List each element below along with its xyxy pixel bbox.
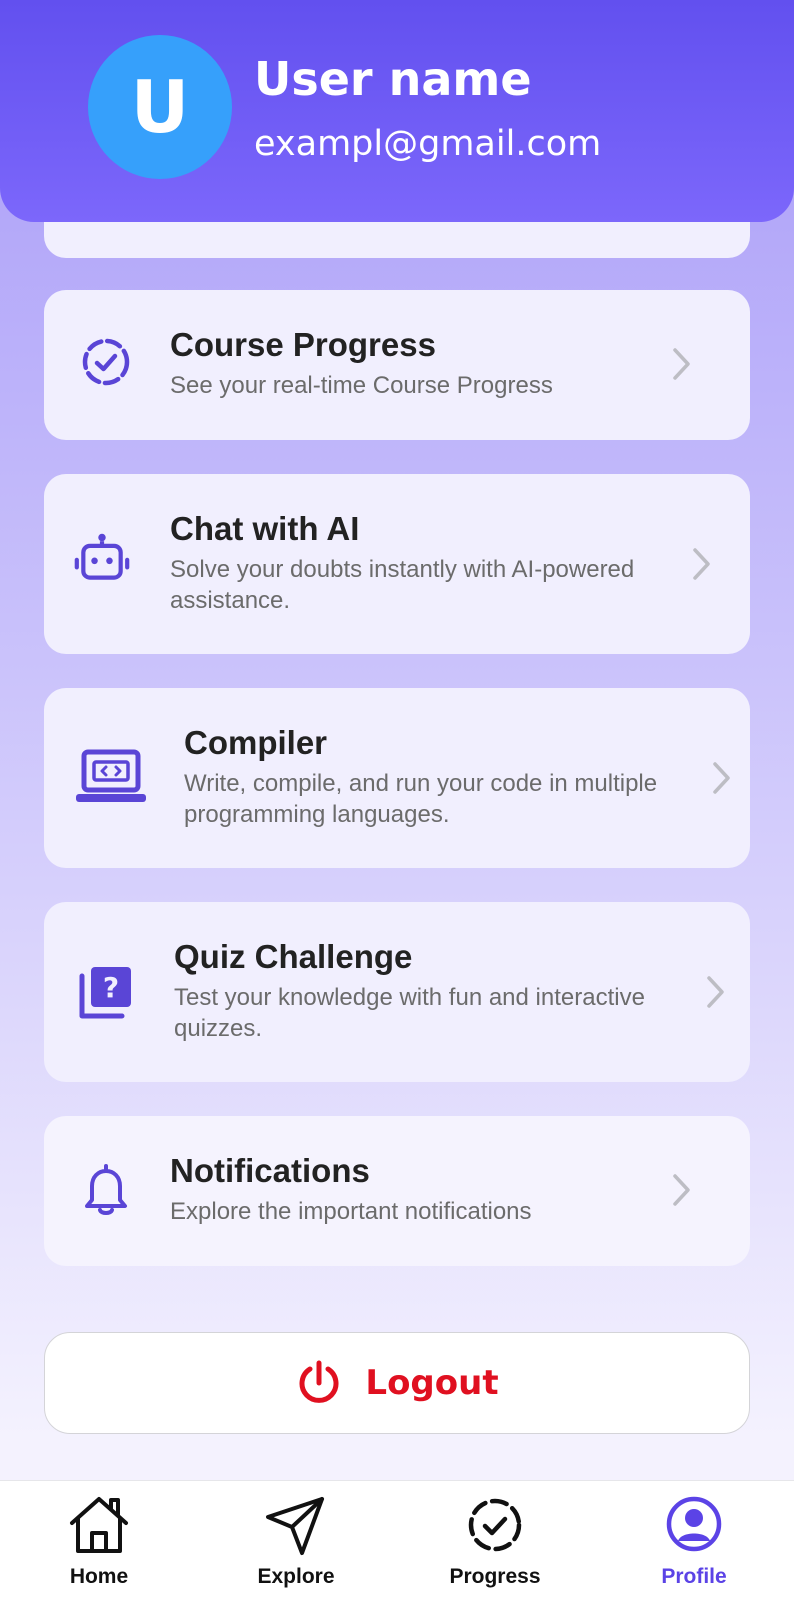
robot-icon xyxy=(74,533,130,580)
chevron-right-icon xyxy=(673,348,690,380)
laptop-code-icon xyxy=(76,749,146,802)
menu-item-quiz-challenge[interactable]: ? Quiz Challenge Test your knowledge wit… xyxy=(44,902,750,1082)
chevron-right-icon xyxy=(713,762,730,794)
menu-item-chat-with-ai[interactable]: Chat with AI Solve your doubts instantly… xyxy=(44,474,750,654)
tab-label: Home xyxy=(69,1565,129,1588)
quiz-icon: ? xyxy=(79,967,131,1019)
menu-item-title: Quiz Challenge xyxy=(174,938,413,975)
menu-item-description: See your real-time Course Progress xyxy=(170,372,553,399)
chevron-right-icon xyxy=(673,1174,690,1206)
tab-label: Explore xyxy=(257,1565,335,1588)
menu-item-notifications[interactable]: Notifications Explore the important noti… xyxy=(44,1116,750,1266)
menu-item-title: Compiler xyxy=(184,724,328,761)
menu-item-title: Course Progress xyxy=(170,326,436,363)
tab-home[interactable]: Home xyxy=(39,1481,159,1600)
tab-progress[interactable]: Progress xyxy=(435,1481,555,1600)
logout-label: Logout xyxy=(365,1363,499,1403)
menu-item-title: Notifications xyxy=(170,1152,370,1189)
avatar[interactable]: U xyxy=(88,35,232,179)
logout-button[interactable]: Logout xyxy=(44,1332,750,1434)
bottom-tab-bar: Home Explore Progress Profile xyxy=(0,1480,794,1600)
menu-item-compiler[interactable]: Compiler Write, compile, and run your co… xyxy=(44,688,750,868)
menu-item-description: Solve your doubts instantly with AI-powe… xyxy=(170,556,635,614)
tab-label: Progress xyxy=(449,1565,541,1588)
menu-item-course-progress[interactable]: Course Progress See your real-time Cours… xyxy=(44,290,750,440)
chevron-right-icon xyxy=(707,976,724,1008)
home-icon xyxy=(70,1497,128,1553)
tab-label: Profile xyxy=(661,1565,727,1588)
paper-plane-icon xyxy=(266,1497,324,1555)
power-icon xyxy=(299,1360,339,1403)
progress-check-icon xyxy=(468,1498,522,1552)
progress-check-icon xyxy=(82,338,130,386)
menu-item-description: Test your knowledge with fun and interac… xyxy=(174,984,645,1042)
svg-text:?: ? xyxy=(103,971,119,1004)
menu-item-title: Chat with AI xyxy=(170,510,360,547)
user-name: User name xyxy=(254,52,532,106)
menu-item-description: Explore the important notifications xyxy=(170,1198,532,1225)
bell-icon xyxy=(85,1164,127,1215)
profile-header: U User name exampl@gmail.com xyxy=(0,0,794,222)
tab-profile[interactable]: Profile xyxy=(634,1481,754,1600)
user-email: exampl@gmail.com xyxy=(254,124,602,164)
tab-explore[interactable]: Explore xyxy=(236,1481,356,1600)
menu-item-description: Write, compile, and run your code in mul… xyxy=(184,770,658,828)
profile-icon xyxy=(666,1496,722,1552)
avatar-initial: U xyxy=(130,65,190,149)
chevron-right-icon xyxy=(693,548,710,580)
